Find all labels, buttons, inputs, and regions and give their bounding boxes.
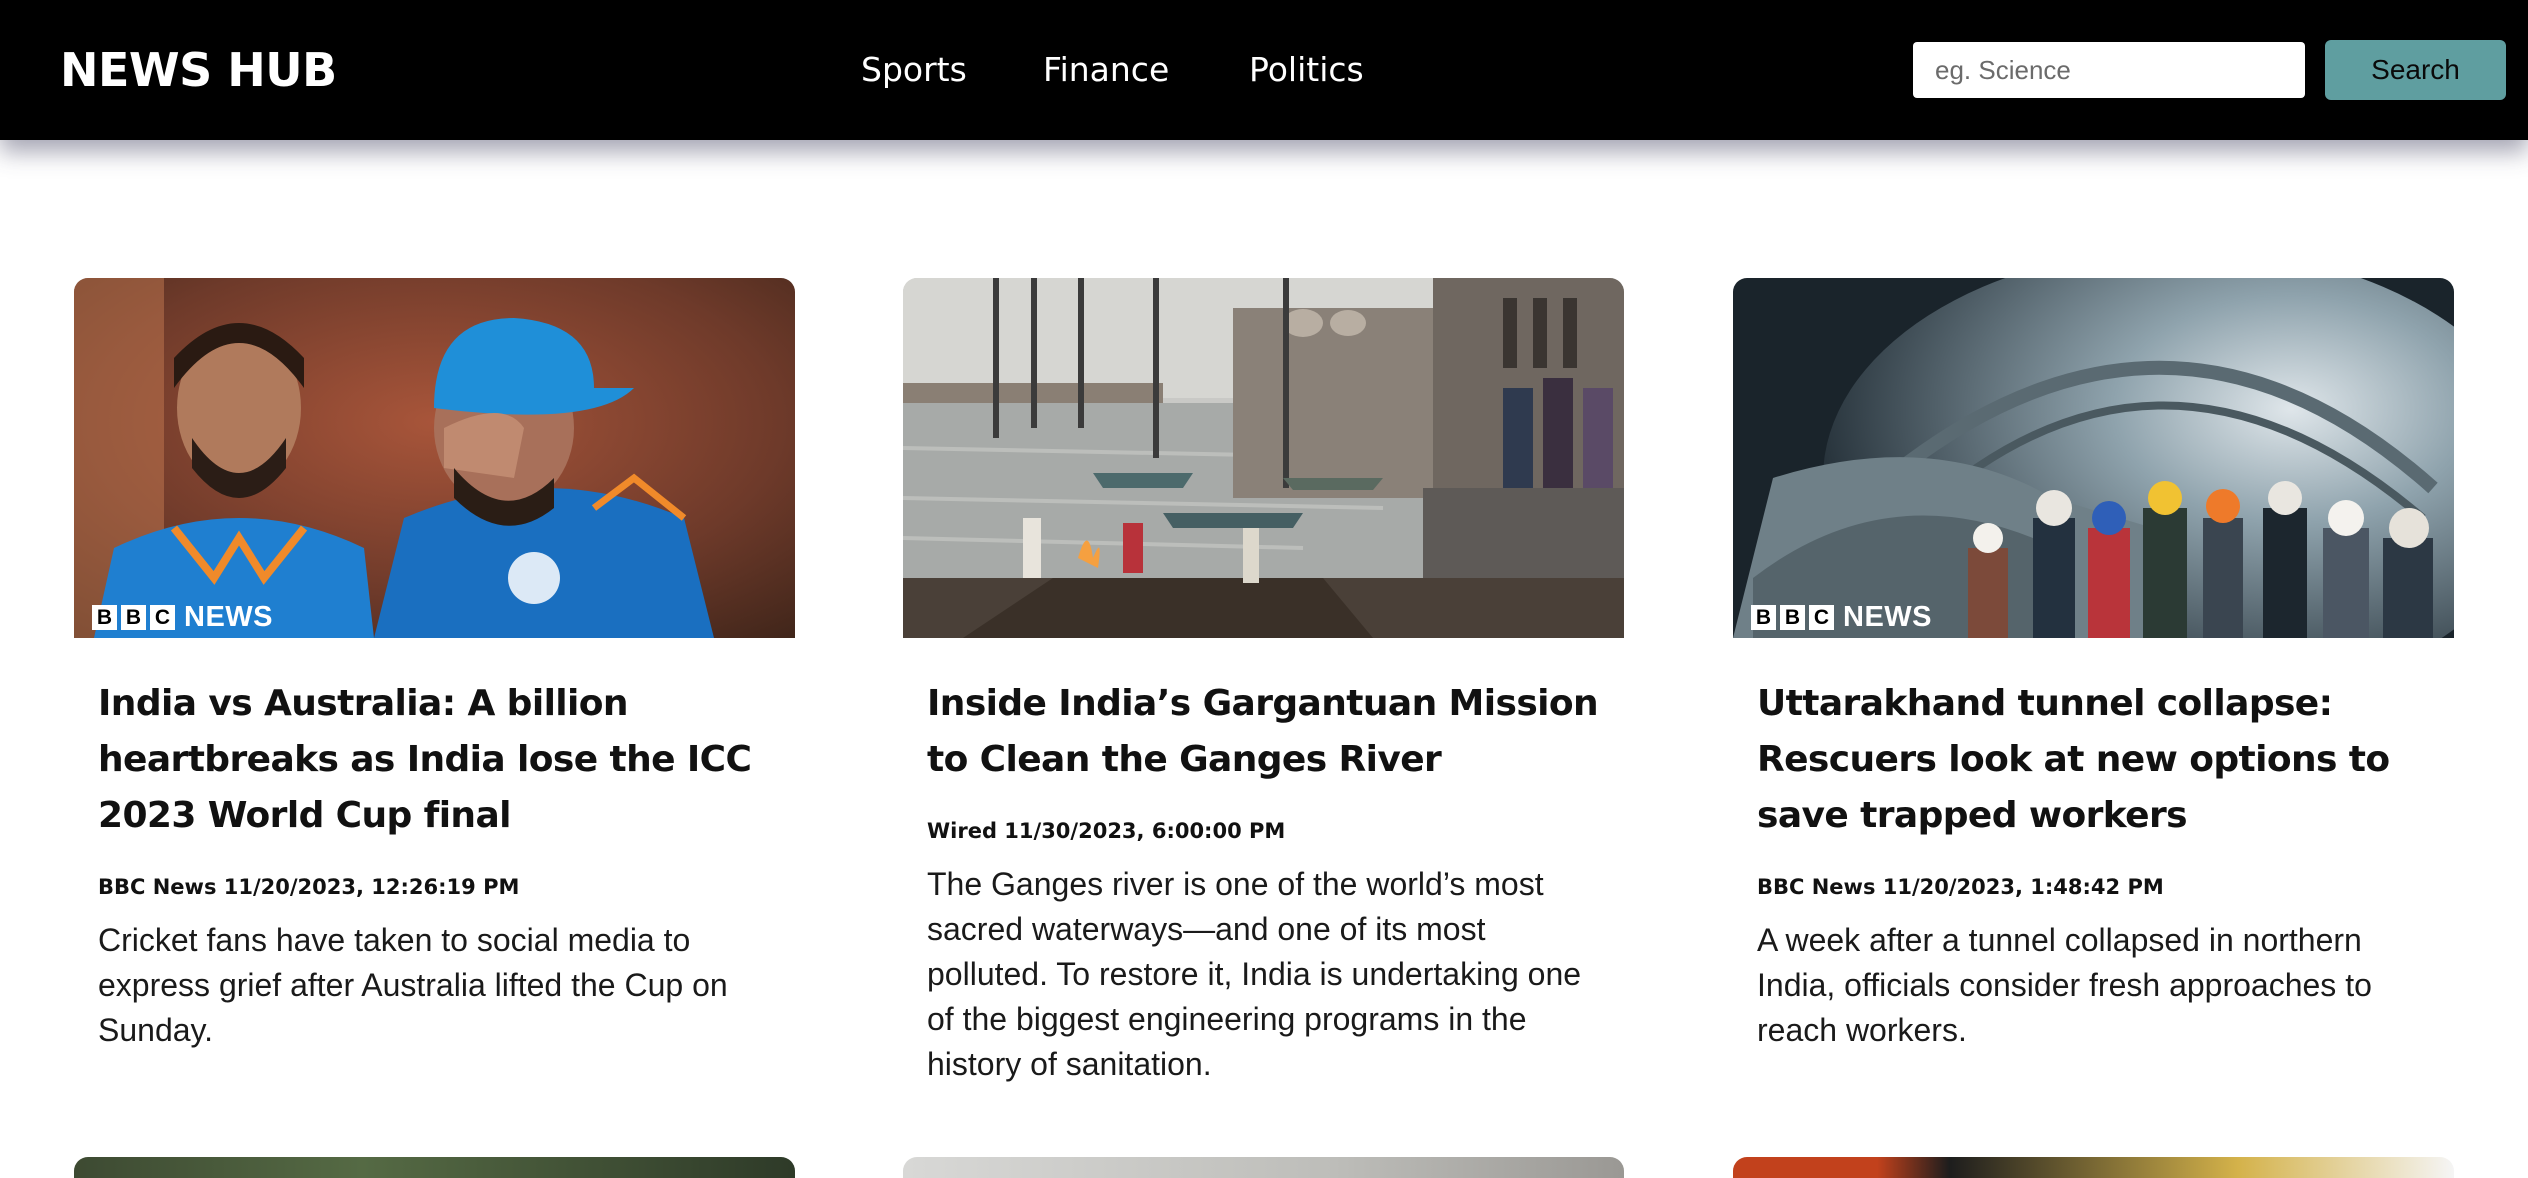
bbc-block-b1: B <box>92 605 117 630</box>
next-article-image-peek[interactable] <box>903 1157 1624 1178</box>
nav-link-sports[interactable]: Sports <box>861 40 967 100</box>
search-button[interactable]: Search <box>2325 40 2506 100</box>
nav-link-finance[interactable]: Finance <box>1043 40 1169 100</box>
article-image[interactable]: B B C NEWS <box>1733 278 2454 638</box>
search-input[interactable] <box>1913 42 2305 98</box>
article-image[interactable] <box>903 278 1624 638</box>
article-title[interactable]: Uttarakhand tunnel collapse: Rescuers lo… <box>1757 676 2430 844</box>
bbc-block-c: C <box>150 605 175 630</box>
next-article-image-peek[interactable] <box>1733 1157 2454 1178</box>
bbc-news-word: NEWS <box>184 601 273 633</box>
top-navbar: NEWS HUB Sports Finance Politics Search <box>0 0 2528 140</box>
article-source-date: BBC News 11/20/2023, 12:26:19 PM <box>98 875 520 899</box>
article-image[interactable]: B B C NEWS <box>74 278 795 638</box>
tunnel-photo <box>1733 278 2454 638</box>
cricket-photo <box>74 278 795 638</box>
article-source-date: BBC News 11/20/2023, 1:48:42 PM <box>1757 875 2164 899</box>
bbc-block-b1: B <box>1751 605 1776 630</box>
site-logo[interactable]: NEWS HUB <box>60 36 337 104</box>
article-description: A week after a tunnel collapsed in north… <box>1757 922 2372 1048</box>
bbc-block-c: C <box>1809 605 1834 630</box>
article-description: The Ganges river is one of the world’s m… <box>927 866 1582 1082</box>
ganges-photo <box>903 278 1624 638</box>
news-card[interactable]: B B C NEWS India vs Australia: A billion… <box>74 278 795 1053</box>
article-description: Cricket fans have taken to social media … <box>98 922 728 1048</box>
next-article-image-peek[interactable] <box>74 1157 795 1178</box>
bbc-block-b2: B <box>121 605 146 630</box>
nav-link-politics[interactable]: Politics <box>1249 40 1364 100</box>
article-title[interactable]: Inside India’s Gargantuan Mission to Cle… <box>927 676 1600 788</box>
news-card[interactable]: B B C NEWS Uttarakhand tunnel collapse: … <box>1733 278 2454 1053</box>
article-source-date: Wired 11/30/2023, 6:00:00 PM <box>927 819 1286 843</box>
bbc-block-b2: B <box>1780 605 1805 630</box>
news-card[interactable]: Inside India’s Gargantuan Mission to Cle… <box>903 278 1624 1087</box>
bbc-news-badge: B B C NEWS <box>1751 601 1932 633</box>
bbc-news-badge: B B C NEWS <box>92 601 273 633</box>
article-title[interactable]: India vs Australia: A billion heartbreak… <box>98 676 771 844</box>
bbc-news-word: NEWS <box>1843 601 1932 633</box>
